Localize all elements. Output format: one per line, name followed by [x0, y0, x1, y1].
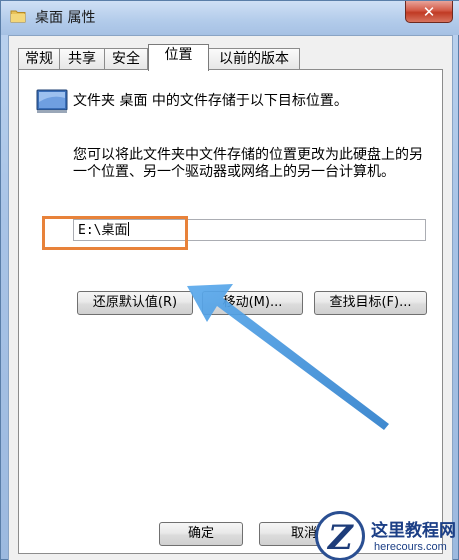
location-intro-text: 文件夹 桌面 中的文件存储于以下目标位置。	[73, 93, 348, 109]
dialog-client-area: 常规 共享 安全 位置 以前的版本 文件夹 桌面 中的文件存储于以下目标位置。 …	[8, 35, 453, 560]
close-icon: ✕	[422, 2, 436, 21]
site-watermark: Z 这里教程网 herecours.com	[315, 511, 459, 560]
move-button[interactable]: 移动(M)...	[202, 291, 303, 315]
target-path-input[interactable]: E:\桌面	[73, 219, 426, 241]
title-bar[interactable]: 桌面 属性 ✕	[1, 1, 459, 35]
find-target-button[interactable]: 查找目标(F)...	[314, 291, 427, 315]
tab-location[interactable]: 位置	[148, 44, 209, 71]
window-title: 桌面 属性	[35, 10, 96, 26]
properties-window: 桌面 属性 ✕ 常规 共享 安全 位置 以前的版本 文件夹 桌面 中的文件存储于…	[0, 0, 459, 560]
watermark-url: herecours.com	[374, 541, 447, 553]
text-caret	[128, 222, 130, 236]
tab-previous-versions[interactable]: 以前的版本	[208, 48, 300, 70]
drive-icon	[36, 89, 68, 113]
ok-button[interactable]: 确定	[159, 522, 243, 546]
tab-general[interactable]: 常规	[18, 48, 60, 70]
folder-icon	[10, 10, 26, 23]
close-button[interactable]: ✕	[405, 1, 453, 23]
tab-security[interactable]: 安全	[104, 48, 148, 70]
location-description: 您可以将此文件夹中文件存储的位置更改为此硬盘上的另一个位置、另一个驱动器或网络上…	[73, 147, 423, 180]
watermark-logo: Z	[315, 511, 365, 560]
watermark-title: 这里教程网	[371, 521, 456, 541]
tab-sharing[interactable]: 共享	[59, 48, 105, 70]
target-path-value: E:\桌面	[78, 223, 128, 238]
restore-default-button[interactable]: 还原默认值(R)	[77, 291, 193, 315]
location-tab-page: 文件夹 桌面 中的文件存储于以下目标位置。 您可以将此文件夹中文件存储的位置更改…	[18, 69, 443, 554]
